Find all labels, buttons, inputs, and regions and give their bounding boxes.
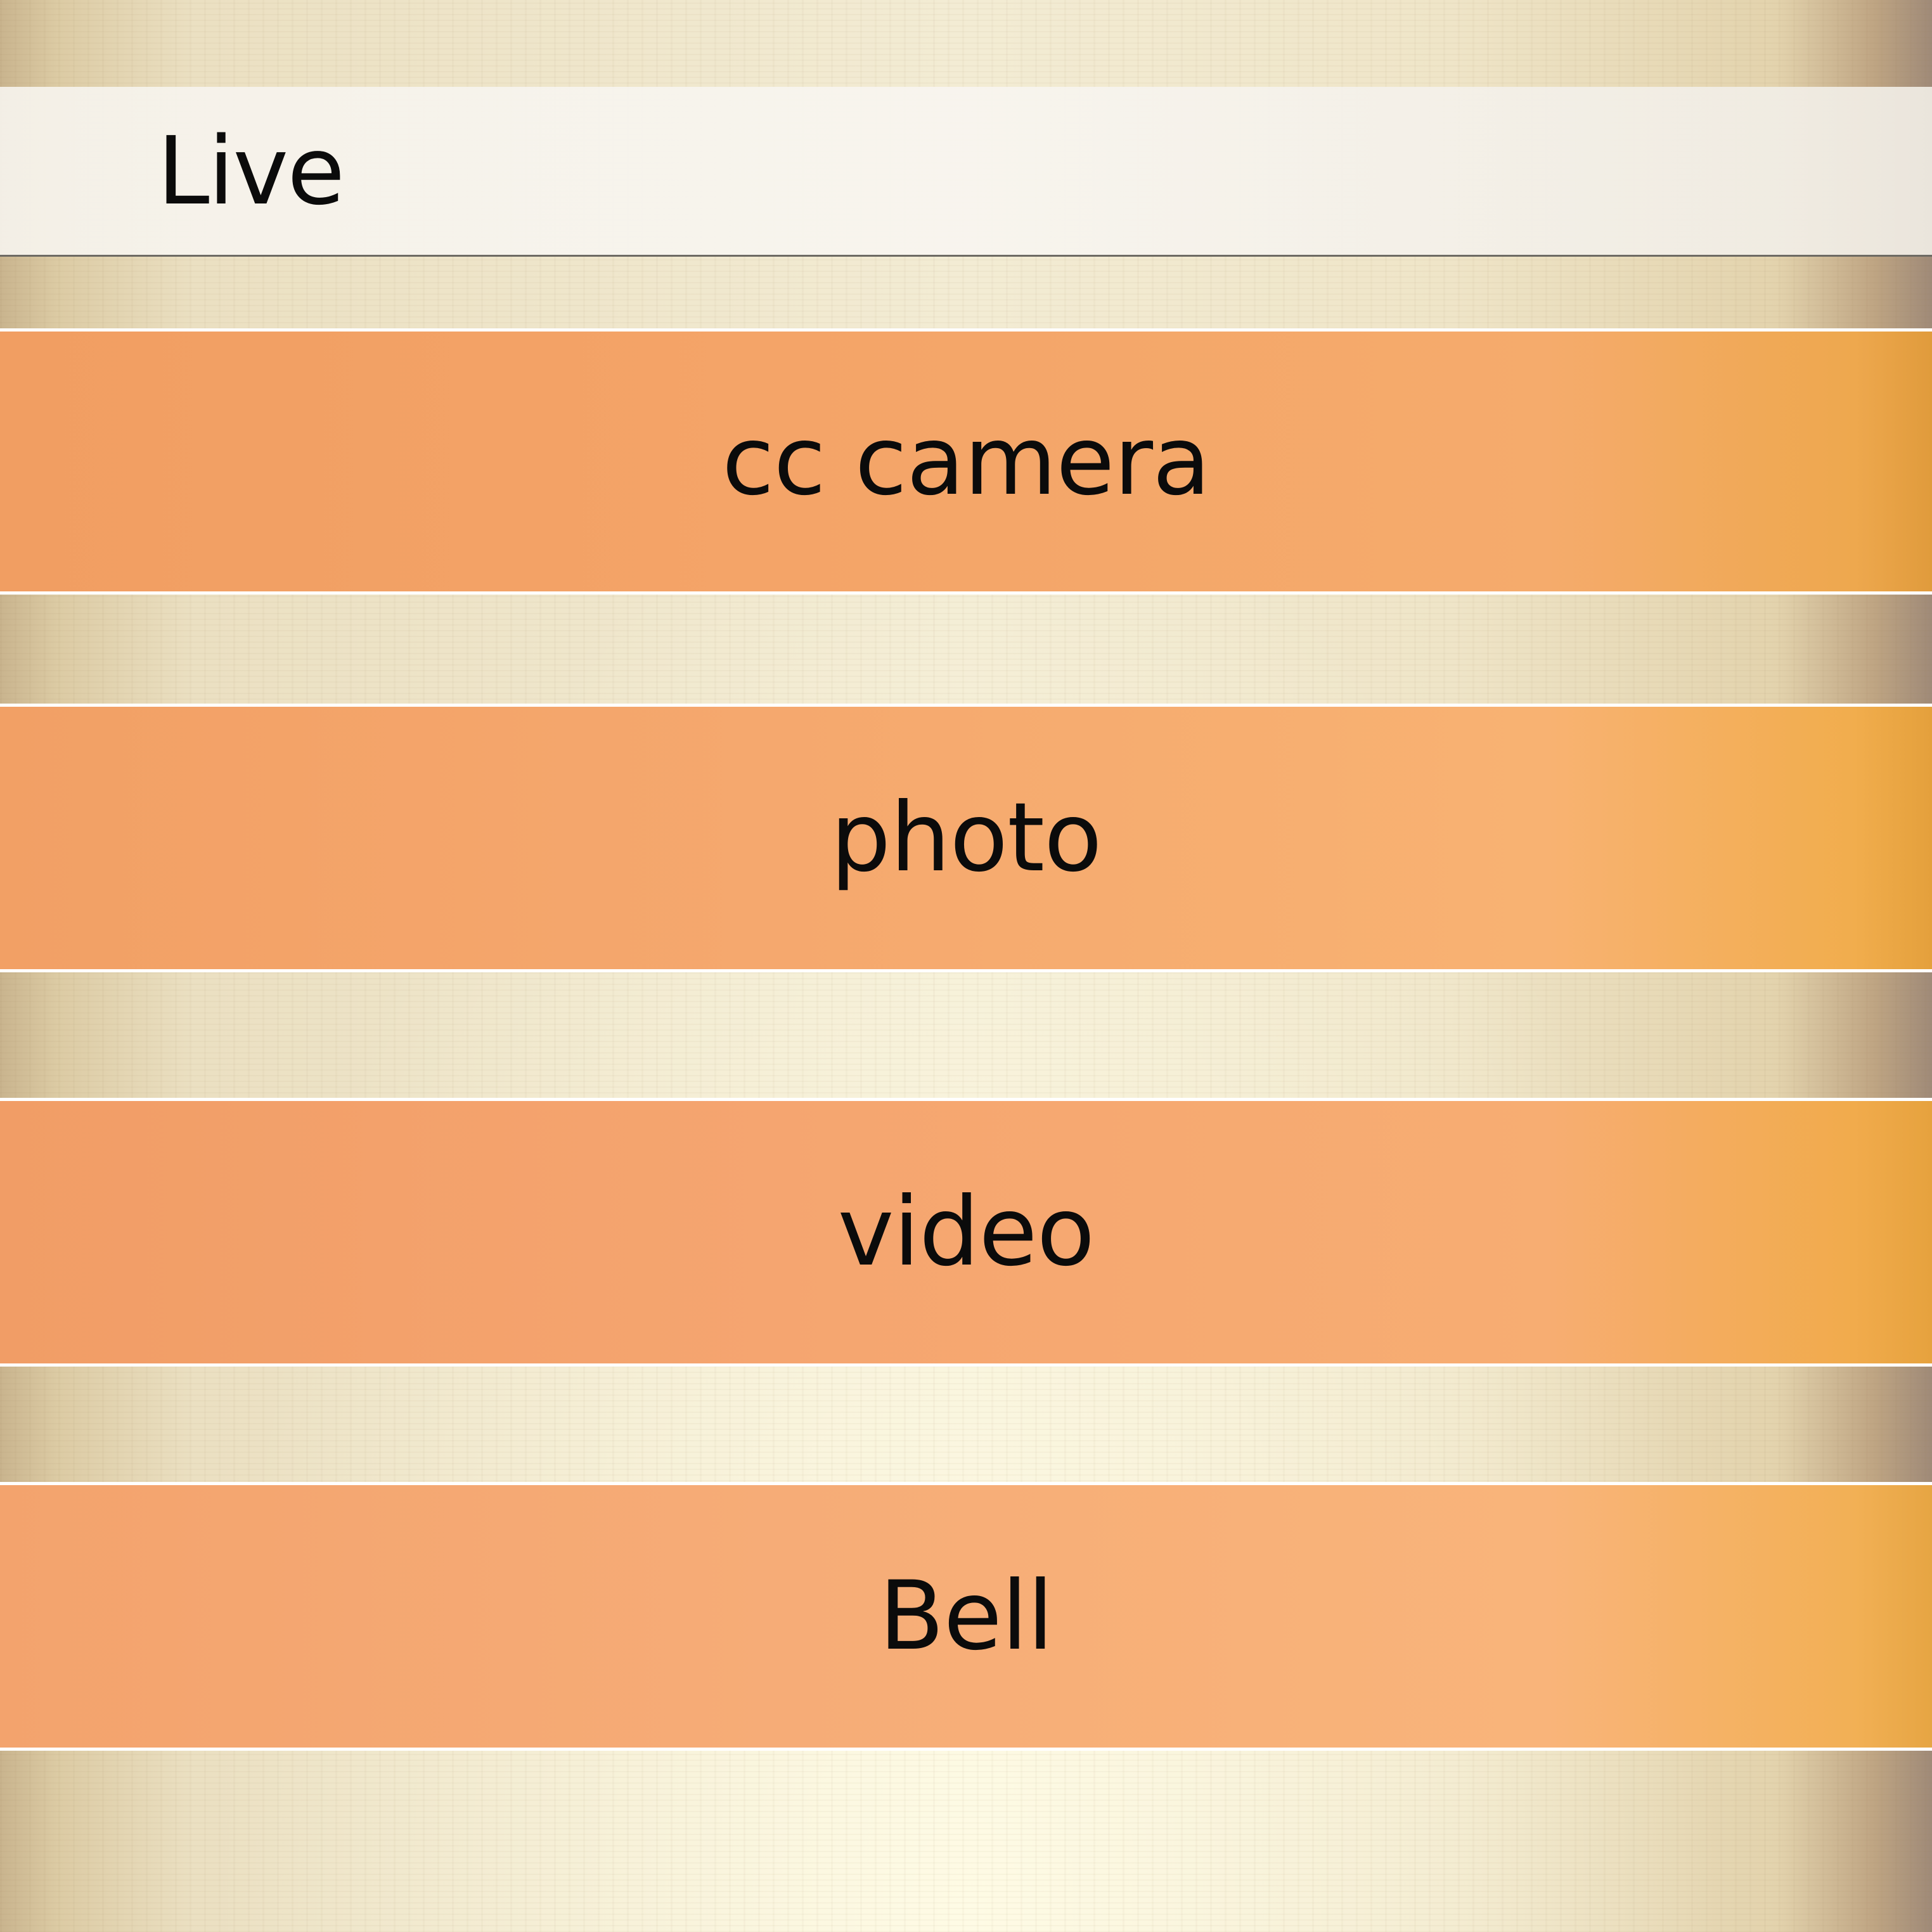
page-title: Live: [157, 116, 345, 226]
menu-item-photo[interactable]: photo: [0, 704, 1932, 972]
menu-item-label: photo: [830, 783, 1102, 893]
menu-item-label: cc camera: [721, 406, 1211, 517]
menu-item-label: Bell: [879, 1561, 1054, 1671]
menu-item-label: video: [837, 1177, 1095, 1287]
menu-item-cc-camera[interactable]: cc camera: [0, 328, 1932, 595]
menu-item-bell[interactable]: Bell: [0, 1482, 1932, 1751]
menu-item-video[interactable]: video: [0, 1098, 1932, 1367]
header-bar: Live: [0, 87, 1932, 257]
